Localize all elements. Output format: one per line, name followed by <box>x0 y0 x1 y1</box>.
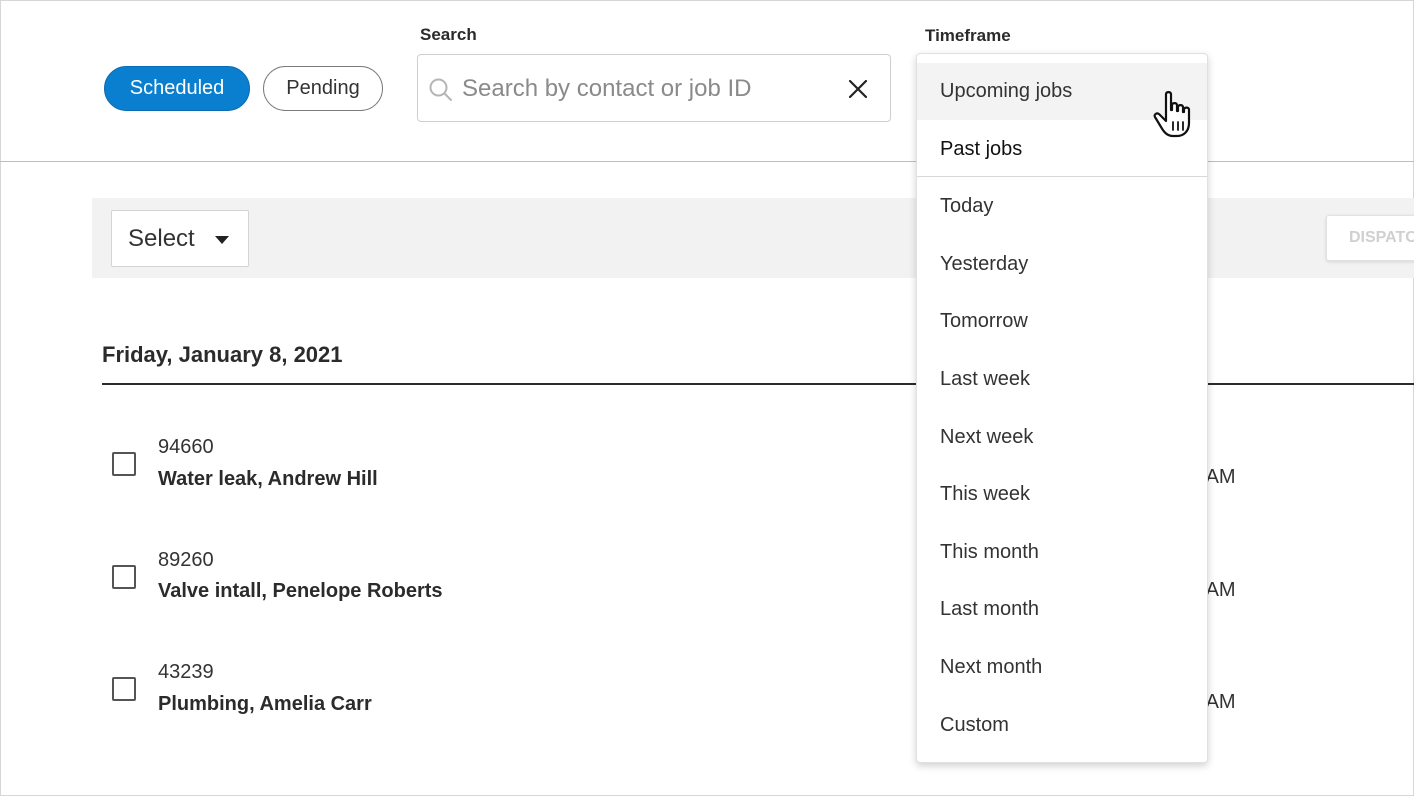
close-icon[interactable] <box>846 77 870 101</box>
job-checkbox[interactable] <box>112 677 136 701</box>
job-checkbox[interactable] <box>112 565 136 589</box>
date-group-heading: Friday, January 8, 2021 <box>102 342 343 367</box>
job-row[interactable]: 43239 Plumbing, Amelia Carr 1 0 AM <box>102 655 1414 735</box>
search-label: Search <box>420 25 477 44</box>
timeframe-option-last-month[interactable]: Last month <box>917 581 1207 638</box>
job-row[interactable]: 89260 Valve intall, Penelope Roberts 1 0… <box>102 543 1414 623</box>
timeframe-option-today[interactable]: Today <box>917 178 1207 235</box>
caret-down-icon <box>215 236 229 244</box>
select-label: Select <box>128 224 195 252</box>
timeframe-label: Timeframe <box>925 26 1011 45</box>
hand-pointer-icon <box>1153 91 1191 138</box>
timeframe-option-next-month[interactable]: Next month <box>917 639 1207 696</box>
job-title: Water leak, Andrew Hill <box>158 468 378 490</box>
timeframe-option-next-week[interactable]: Next week <box>917 409 1207 466</box>
select-dropdown[interactable]: Select <box>111 210 249 267</box>
job-title: Valve intall, Penelope Roberts <box>158 580 443 602</box>
job-checkbox[interactable] <box>112 452 136 476</box>
date-group-divider <box>102 383 1414 385</box>
search-icon <box>429 78 452 101</box>
scheduled-tab[interactable]: Scheduled <box>104 66 250 111</box>
timeframe-option-yesterday[interactable]: Yesterday <box>917 236 1207 293</box>
timeframe-option-custom[interactable]: Custom <box>917 697 1207 754</box>
timeframe-option-tomorrow[interactable]: Tomorrow <box>917 293 1207 350</box>
timeframe-option-this-month[interactable]: This month <box>917 524 1207 581</box>
job-title: Plumbing, Amelia Carr <box>158 693 372 715</box>
search-field[interactable] <box>417 54 891 122</box>
dropdown-divider <box>917 176 1207 177</box>
timeframe-option-this-week[interactable]: This week <box>917 466 1207 523</box>
job-id: 43239 <box>158 661 214 683</box>
search-input[interactable] <box>462 69 842 109</box>
dispatch-button[interactable]: DISPATCH <box>1326 215 1414 261</box>
pending-tab[interactable]: Pending <box>263 66 383 111</box>
timeframe-option-last-week[interactable]: Last week <box>917 351 1207 408</box>
job-id: 94660 <box>158 436 214 458</box>
job-id: 89260 <box>158 549 214 571</box>
job-row[interactable]: 94660 Water leak, Andrew Hill 1 0 AM <box>102 430 1414 510</box>
bulk-toolbar <box>92 198 1414 278</box>
timeframe-dropdown-menu: Upcoming jobs Past jobs Today Yesterday … <box>916 53 1208 763</box>
